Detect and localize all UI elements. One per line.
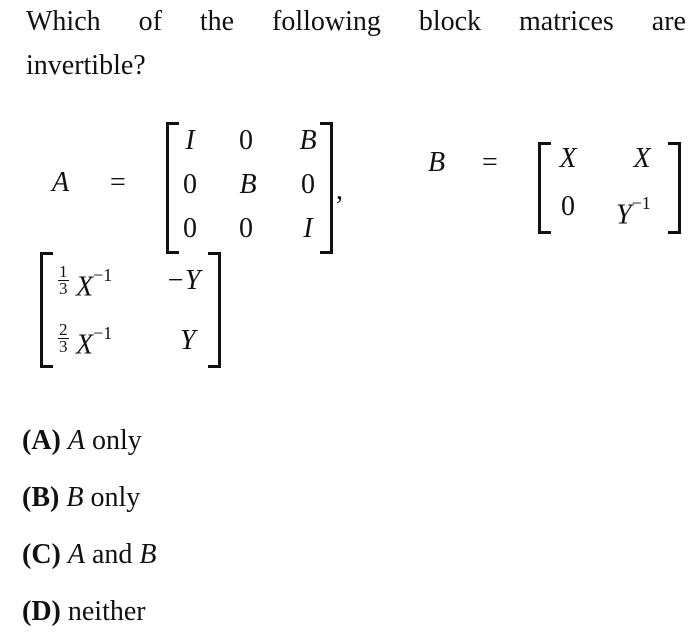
fraction: 1 3 xyxy=(58,262,69,298)
matrix-cell: B xyxy=(299,125,317,156)
option-label: (A) xyxy=(22,425,61,456)
matrix-cell: Y−1 xyxy=(616,193,651,231)
matrix-cell: 0 xyxy=(239,125,253,156)
question-word: of xyxy=(138,6,162,37)
left-bracket xyxy=(40,252,53,368)
matrix-cell: Y xyxy=(180,325,196,356)
matrix-cell: X xyxy=(559,143,577,174)
right-bracket xyxy=(668,142,681,234)
matrix-cell: 0 xyxy=(239,213,253,244)
matrix-cell: X−1 xyxy=(76,323,113,361)
question-word: Which xyxy=(26,6,101,37)
matrix-cell: 0 xyxy=(183,169,197,200)
question-word: matrices xyxy=(518,6,614,37)
option-a[interactable]: (A) A only xyxy=(22,424,142,458)
matrix-cell: 0 xyxy=(301,169,315,200)
question-line-1: Which of the following block matrices ar… xyxy=(26,4,686,40)
matrix-cell: X−1 xyxy=(76,265,113,303)
option-label: (B) xyxy=(22,482,60,513)
matrix-cell: X xyxy=(633,143,651,174)
matrix-cell: 0 xyxy=(183,213,197,244)
matrix-cell: B xyxy=(239,169,257,200)
matrix-cell: I xyxy=(185,125,195,156)
option-d[interactable]: (D) neither xyxy=(22,595,146,629)
option-c[interactable]: (C) A and B xyxy=(22,538,157,572)
right-bracket xyxy=(208,252,221,368)
equals-sign: = xyxy=(110,167,126,198)
equals-sign: = xyxy=(482,147,498,178)
matrix-a-name: A xyxy=(52,167,70,198)
matrix-b-name: B xyxy=(428,147,446,178)
matrix-cell: I xyxy=(303,213,313,244)
option-label: (C) xyxy=(22,539,61,570)
matrix-cell: −Y xyxy=(166,265,201,296)
option-label: (D) xyxy=(22,596,61,627)
question-word: block xyxy=(418,6,482,37)
question-word: are xyxy=(651,6,686,37)
question-line-2: invertible? xyxy=(26,50,146,81)
fraction: 2 3 xyxy=(58,320,69,356)
matrix-cell: 0 xyxy=(561,191,575,222)
question-word: following xyxy=(272,6,381,37)
option-b[interactable]: (B) B only xyxy=(22,481,140,515)
question-word: the xyxy=(199,6,235,37)
comma: , xyxy=(336,175,343,206)
